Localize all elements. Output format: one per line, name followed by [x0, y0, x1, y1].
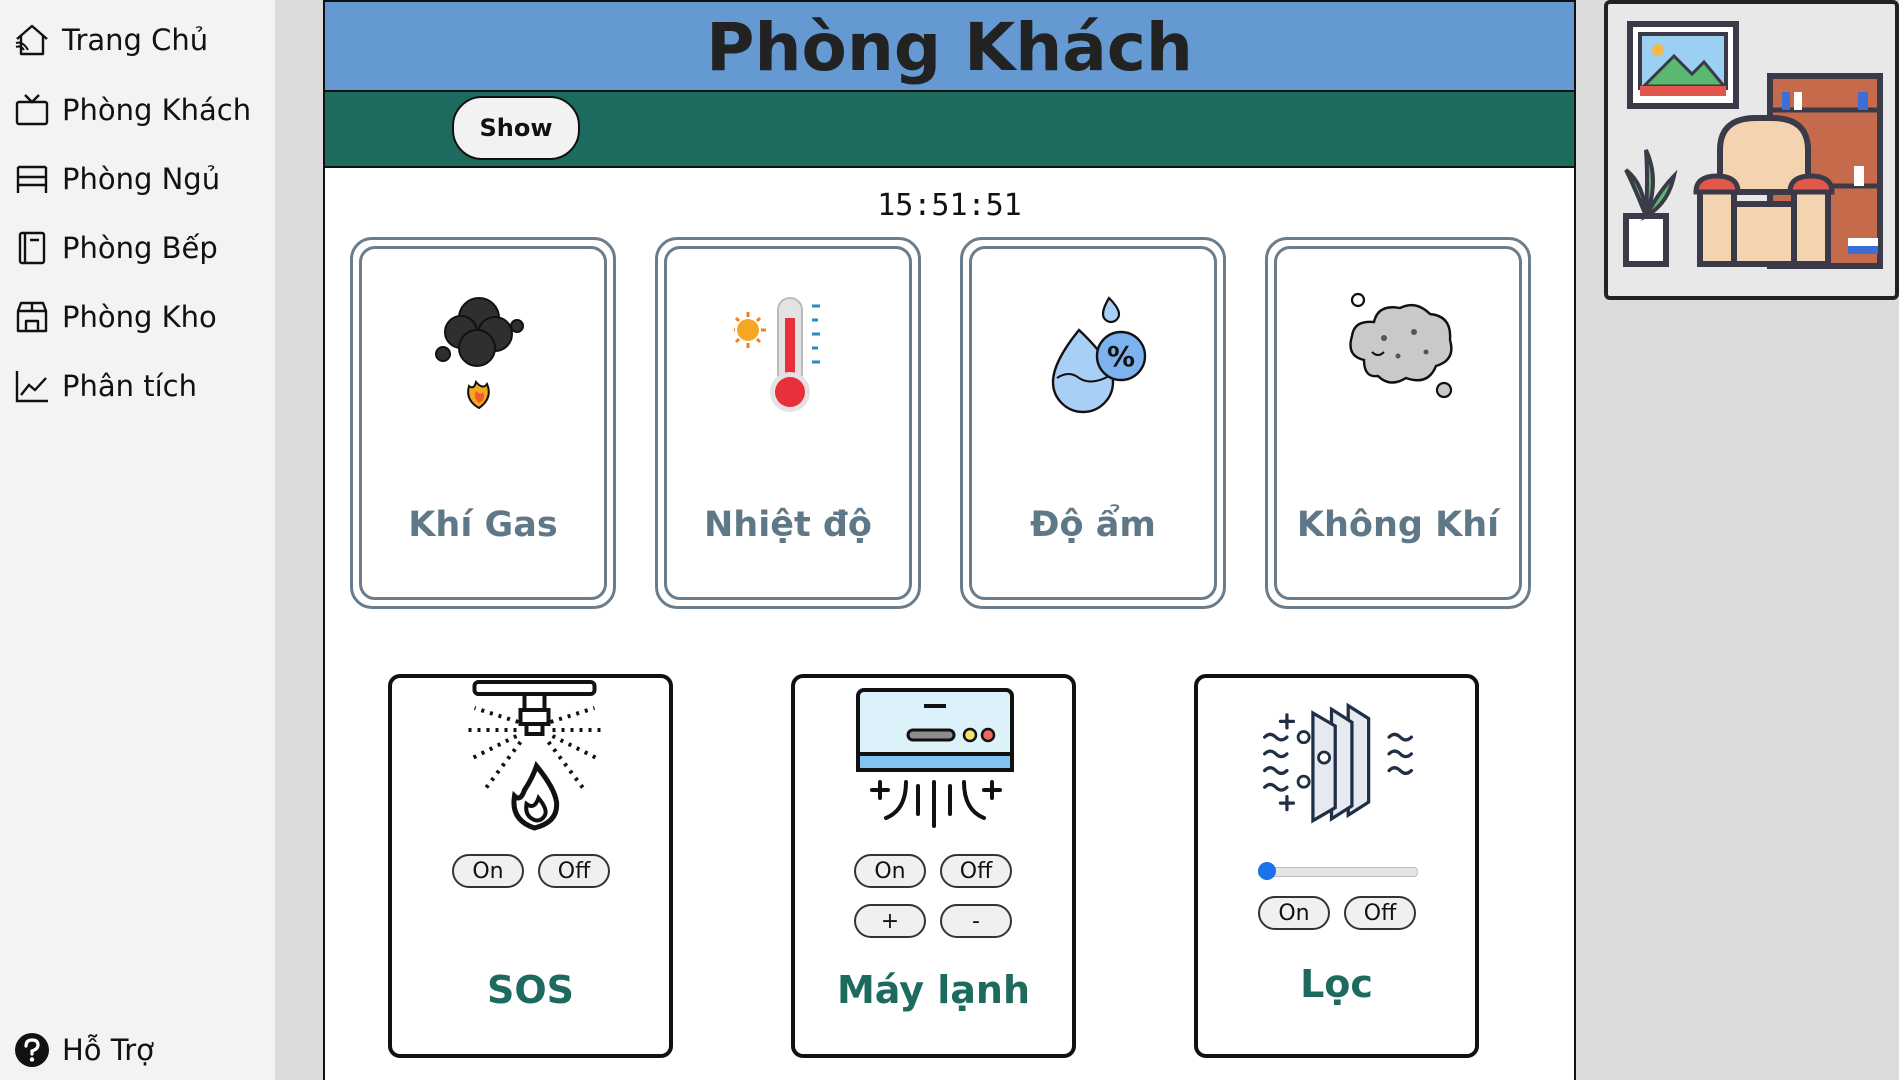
- smoke-fire-icon: [435, 297, 524, 410]
- sidebar-item-label: Phòng Kho: [62, 300, 217, 334]
- sidebar: Trang Chủ Phòng Khách Phòng Ngủ Phòng Bế…: [0, 0, 275, 1080]
- filter-off-button[interactable]: Off: [1344, 896, 1416, 930]
- sos-off-button[interactable]: Off: [538, 854, 610, 888]
- help-link[interactable]: Hỗ Trợ: [12, 1025, 154, 1075]
- book-icon: [18, 231, 46, 265]
- sidebar-item-label: Phòng Ngủ: [62, 162, 221, 196]
- chart-line-icon: [15, 371, 48, 403]
- sidebar-item-phong-khach[interactable]: Phòng Khách: [12, 85, 251, 135]
- device-card-filter: On Off Lọc: [1194, 674, 1479, 1058]
- home-icon: [15, 24, 48, 56]
- sensor-card-gas[interactable]: Khí Gas: [350, 237, 616, 609]
- filter-on-button[interactable]: On: [1258, 896, 1330, 930]
- sensor-card-temperature[interactable]: Nhiệt độ: [655, 237, 921, 609]
- living-room-icon: [1623, 21, 1883, 269]
- air-cloud-icon: [1349, 292, 1453, 399]
- question-icon: [15, 1033, 49, 1067]
- clock: 15:51:51: [877, 188, 1022, 223]
- sidebar-item-label: Phòng Bếp: [62, 231, 218, 265]
- tv-icon: [15, 94, 49, 126]
- toolbar: Show: [325, 92, 1574, 168]
- device-label-filter: Lọc: [1300, 962, 1373, 1006]
- sidebar-item-label: Phòng Khách: [62, 93, 252, 127]
- sensor-card-humidity[interactable]: % Độ ẩm: [960, 237, 1226, 609]
- ac-off-button[interactable]: Off: [940, 854, 1012, 888]
- sensor-label: Độ ẩm: [1030, 505, 1156, 545]
- air-filter-icon: [1263, 702, 1413, 824]
- store-icon: [16, 301, 48, 333]
- show-button[interactable]: Show: [452, 96, 580, 160]
- sprinkler-icon: [467, 680, 602, 831]
- room-illustration-frame: [1604, 0, 1899, 300]
- page-title: Phòng Khách: [706, 9, 1193, 86]
- sensor-label: Khí Gas: [408, 505, 558, 545]
- sidebar-item-label: Phân tích: [62, 369, 197, 403]
- device-label-ac: Máy lạnh: [836, 968, 1031, 1012]
- bed-icon: [16, 165, 48, 193]
- sidebar-item-phong-ngu[interactable]: Phòng Ngủ: [12, 154, 220, 204]
- filter-slider-thumb[interactable]: [1258, 862, 1276, 880]
- svg-text:%: %: [1107, 340, 1135, 373]
- device-card-sos: On Off SOS: [388, 674, 673, 1058]
- thermometer-icon: [734, 297, 820, 412]
- ac-decrease-button[interactable]: -: [940, 904, 1012, 938]
- air-conditioner-icon: [856, 688, 1014, 828]
- sidebar-item-phan-tich[interactable]: Phân tích: [12, 361, 197, 411]
- sidebar-item-phong-kho[interactable]: Phòng Kho: [12, 292, 217, 342]
- sidebar-item-label: Trang Chủ: [62, 23, 209, 57]
- sensor-label: Không Khí: [1296, 505, 1500, 545]
- humidity-icon: %: [1051, 296, 1147, 414]
- help-label: Hỗ Trợ: [62, 1033, 154, 1067]
- sidebar-item-trang-chu[interactable]: Trang Chủ: [12, 15, 208, 65]
- sensor-label: Nhiệt độ: [704, 505, 872, 545]
- page-header: Phòng Khách: [325, 0, 1574, 92]
- ac-on-button[interactable]: On: [854, 854, 926, 888]
- sos-on-button[interactable]: On: [452, 854, 524, 888]
- device-label-sos: SOS: [486, 968, 575, 1012]
- sensor-card-air-quality[interactable]: Không Khí: [1265, 237, 1531, 609]
- sidebar-item-phong-bep[interactable]: Phòng Bếp: [12, 223, 218, 273]
- device-card-ac: On Off + - Máy lạnh: [791, 674, 1076, 1058]
- filter-slider-track[interactable]: [1258, 867, 1418, 877]
- main-panel: Phòng Khách Show 15:51:51 Khí Gas Nhiệt …: [323, 0, 1576, 1080]
- ac-increase-button[interactable]: +: [854, 904, 926, 938]
